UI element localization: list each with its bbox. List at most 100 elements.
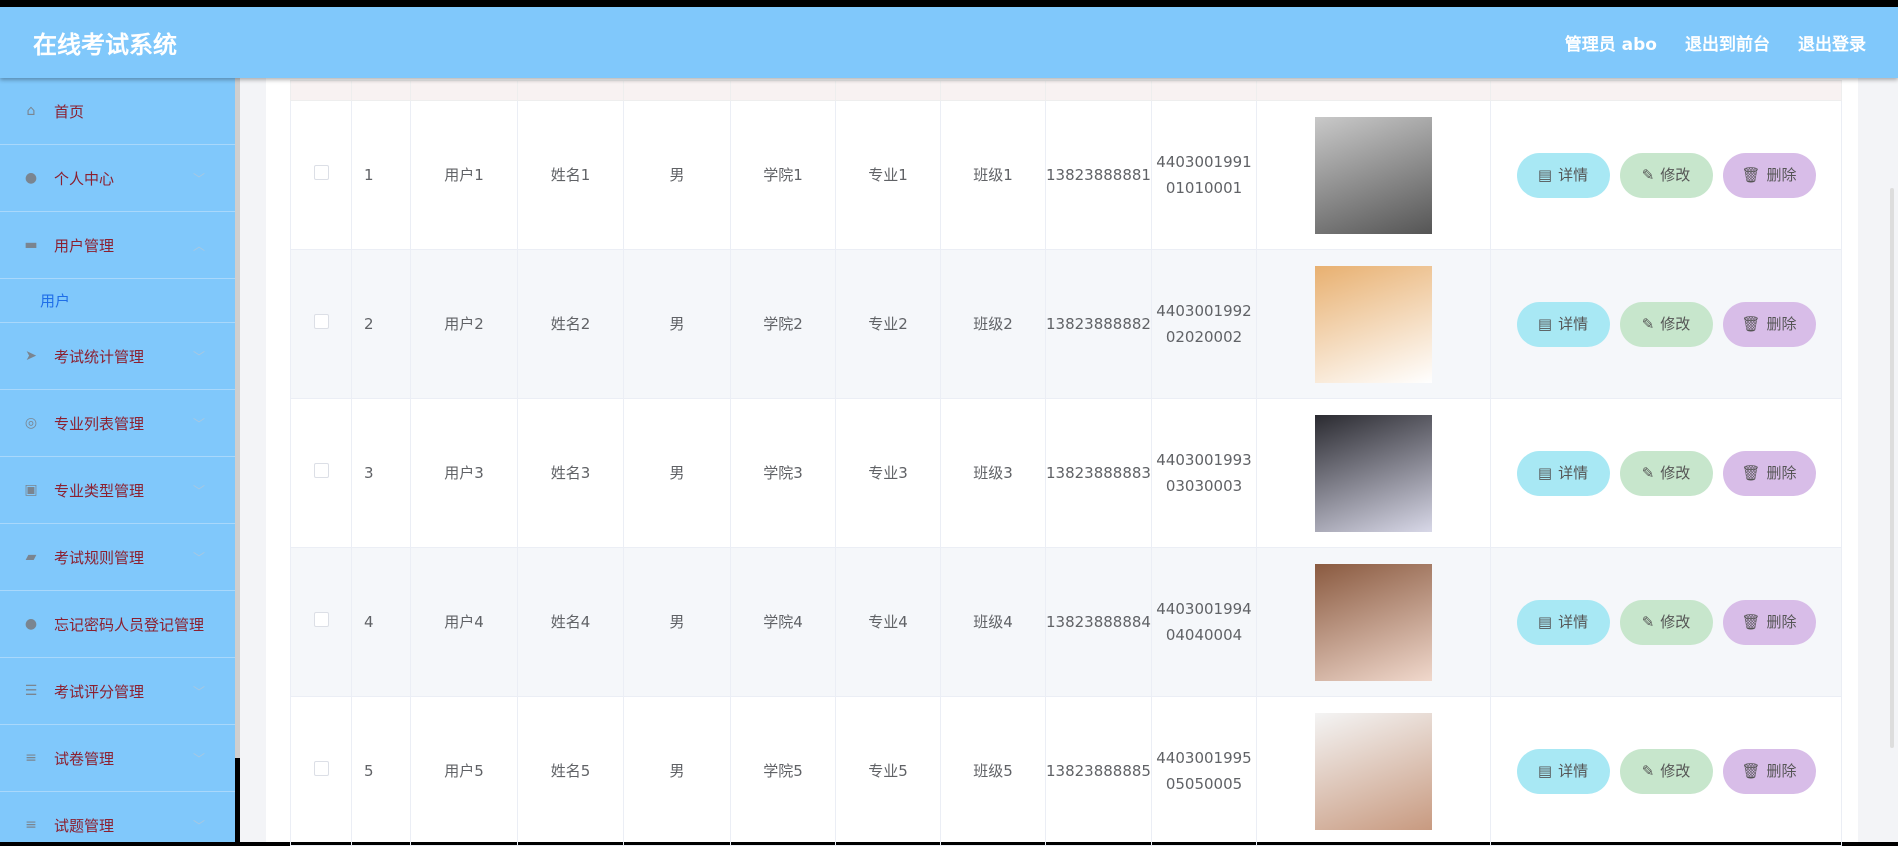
avatar-photo <box>1315 712 1432 830</box>
sidebar-item[interactable]: ▣ 专业类型管理 ﹀ <box>0 457 235 524</box>
cell-sex: 男 <box>623 398 731 548</box>
delete-button[interactable]: 🗑 删除 <box>1722 301 1816 347</box>
edit-button[interactable]: ✎ 修改 <box>1619 301 1713 347</box>
cell-no: 1 <box>351 100 411 250</box>
sidebar-item-label: 试题管理 <box>54 816 115 835</box>
sidebar-item-label: 个人中心 <box>54 169 115 188</box>
table-row: 1 用户1 姓名1 男学院1 专业1 班级1 13823888881 440300199101… <box>290 100 1842 250</box>
edit-button[interactable]: ✎ 修改 <box>1619 748 1713 794</box>
chevron-icon: ﹀ <box>192 171 205 186</box>
cell-user: 用户4 <box>410 547 518 697</box>
cell-sex: 男 <box>623 249 731 399</box>
avatar-photo <box>1315 265 1432 383</box>
chevron-icon: ﹀ <box>192 349 205 364</box>
detail-button[interactable]: ▤ 详情 <box>1516 599 1610 645</box>
pencil-icon: ✎ <box>1641 166 1655 184</box>
sidebar-item-label: 考试评分管理 <box>54 682 145 701</box>
delete-button[interactable]: 🗑 删除 <box>1722 450 1816 496</box>
menu-icon: ≡ <box>25 750 37 766</box>
edit-button[interactable]: ✎ 修改 <box>1619 450 1713 496</box>
home-icon: ⌂ <box>26 103 36 119</box>
detail-button[interactable]: ▤ 详情 <box>1516 152 1610 198</box>
cell-name: 姓名5 <box>517 696 624 846</box>
delete-button[interactable]: 🗑 删除 <box>1722 152 1816 198</box>
target-icon: ◎ <box>24 415 38 431</box>
detail-button[interactable]: ▤ 详情 <box>1516 301 1610 347</box>
send-icon: ➤ <box>25 348 37 364</box>
users-icon: ▬ <box>24 237 38 253</box>
detail-button[interactable]: ▤ 详情 <box>1516 450 1610 496</box>
delete-button[interactable]: 🗑 删除 <box>1722 599 1816 645</box>
sidebar-item-label: 试卷管理 <box>54 749 115 768</box>
sidebar-item[interactable]: ▰ 考试规则管理 ﹀ <box>0 524 235 591</box>
sidebar-item[interactable]: ≡ 试卷管理 ﹀ <box>0 725 235 792</box>
logout-link[interactable]: 退出登录 <box>1798 30 1866 55</box>
cell-id: 440300199404040004 <box>1151 547 1257 697</box>
sliders-icon: ☰ <box>24 683 38 699</box>
user-icon: ● <box>24 170 38 186</box>
cell-phone: 13823888885 <box>1045 696 1152 846</box>
chevron-icon: ﹀ <box>192 751 205 766</box>
sidebar-item[interactable]: ☰ 考试评分管理 ﹀ <box>0 658 235 725</box>
sidebar-item[interactable]: ● 个人中心 ﹀ <box>0 145 235 212</box>
user-table: 1 用户1 姓名1 男学院1 专业1 班级1 13823888881 440300199101… <box>290 80 1842 846</box>
cell-no: 2 <box>351 249 411 399</box>
sidebar-item[interactable]: ≡ 试题管理 ﹀ <box>0 792 235 842</box>
cell-class: 班级2 <box>940 249 1046 399</box>
sidebar-item[interactable]: ▬ 用户管理 ︿ <box>0 212 235 279</box>
pencil-icon: ✎ <box>1641 315 1655 333</box>
cell-college: 学院1 <box>730 100 836 250</box>
row-checkbox[interactable] <box>313 463 329 478</box>
top-bar <box>0 0 1898 7</box>
sidebar-item-label: 专业列表管理 <box>54 414 145 433</box>
cell-phone: 13823888881 <box>1045 100 1152 250</box>
pencil-icon: ✎ <box>1641 464 1655 482</box>
cell-name: 姓名2 <box>517 249 624 399</box>
chevron-icon: ﹀ <box>192 550 205 565</box>
delete-button[interactable]: 🗑 删除 <box>1722 748 1816 794</box>
back-to-front-link[interactable]: 退出到前台 <box>1685 30 1770 55</box>
edit-button[interactable]: ✎ 修改 <box>1619 152 1713 198</box>
cell-id: 440300199505050005 <box>1151 696 1257 846</box>
chevron-icon: ﹀ <box>192 684 205 699</box>
table-row: 2 用户2 姓名2 男学院2 专业2 班级2 13823888882 440300199202… <box>290 249 1842 399</box>
trash-icon: 🗑 <box>1741 762 1761 780</box>
cell-class: 班级1 <box>940 100 1046 250</box>
chevron-icon: ﹀ <box>192 483 205 498</box>
cell-name: 姓名3 <box>517 398 624 548</box>
table-row: 4 用户4 姓名4 男学院4 专业4 班级4 13823888884 440300199404… <box>290 547 1842 697</box>
document-icon: ▤ <box>1537 166 1553 184</box>
cell-no: 4 <box>351 547 411 697</box>
cell-class: 班级4 <box>940 547 1046 697</box>
row-checkbox[interactable] <box>313 314 329 329</box>
table-header <box>290 80 1842 101</box>
sidebar-item[interactable]: ● 忘记密码人员登记管理 <box>0 591 235 658</box>
cell-class: 班级5 <box>940 696 1046 846</box>
cell-phone: 13823888883 <box>1045 398 1152 548</box>
sidebar: ⌂ 首页 ● 个人中心 ﹀ ▬ 用户管理 ︿ 用户 ➤ 考试统计管理 ﹀ ◎ 专业列表管理 ﹀ ▣ 专业类型管理… <box>0 78 235 842</box>
row-checkbox[interactable] <box>313 761 329 776</box>
sidebar-item-label: 首页 <box>54 102 85 121</box>
briefcase-icon: ▰ <box>25 549 37 565</box>
chevron-icon: ﹀ <box>192 416 205 431</box>
main-scrollbar[interactable] <box>1880 78 1898 842</box>
sidebar-item-label: 考试规则管理 <box>54 548 145 567</box>
row-checkbox[interactable] <box>313 165 329 180</box>
table-row: 3 用户3 姓名3 男学院3 专业3 班级3 13823888883 440300199303… <box>290 398 1842 548</box>
trash-icon: 🗑 <box>1741 464 1761 482</box>
row-checkbox[interactable] <box>313 612 329 627</box>
cell-name: 姓名4 <box>517 547 624 697</box>
edit-button[interactable]: ✎ 修改 <box>1619 599 1713 645</box>
cell-sex: 男 <box>623 696 731 846</box>
trash-icon: 🗑 <box>1741 613 1761 631</box>
table-row: 5 用户5 姓名5 男学院5 专业5 班级5 13823888885 440300199505… <box>290 696 1842 846</box>
sidebar-item[interactable]: ⌂ 首页 <box>0 78 235 145</box>
cell-college: 学院5 <box>730 696 836 846</box>
sidebar-subitem-user[interactable]: 用户 <box>0 279 235 323</box>
sidebar-item[interactable]: ◎ 专业列表管理 ﹀ <box>0 390 235 457</box>
cell-name: 姓名1 <box>517 100 624 250</box>
detail-button[interactable]: ▤ 详情 <box>1516 748 1610 794</box>
admin-user[interactable]: 管理员 abo <box>1565 30 1657 55</box>
sidebar-item[interactable]: ➤ 考试统计管理 ﹀ <box>0 323 235 390</box>
cell-phone: 13823888884 <box>1045 547 1152 697</box>
